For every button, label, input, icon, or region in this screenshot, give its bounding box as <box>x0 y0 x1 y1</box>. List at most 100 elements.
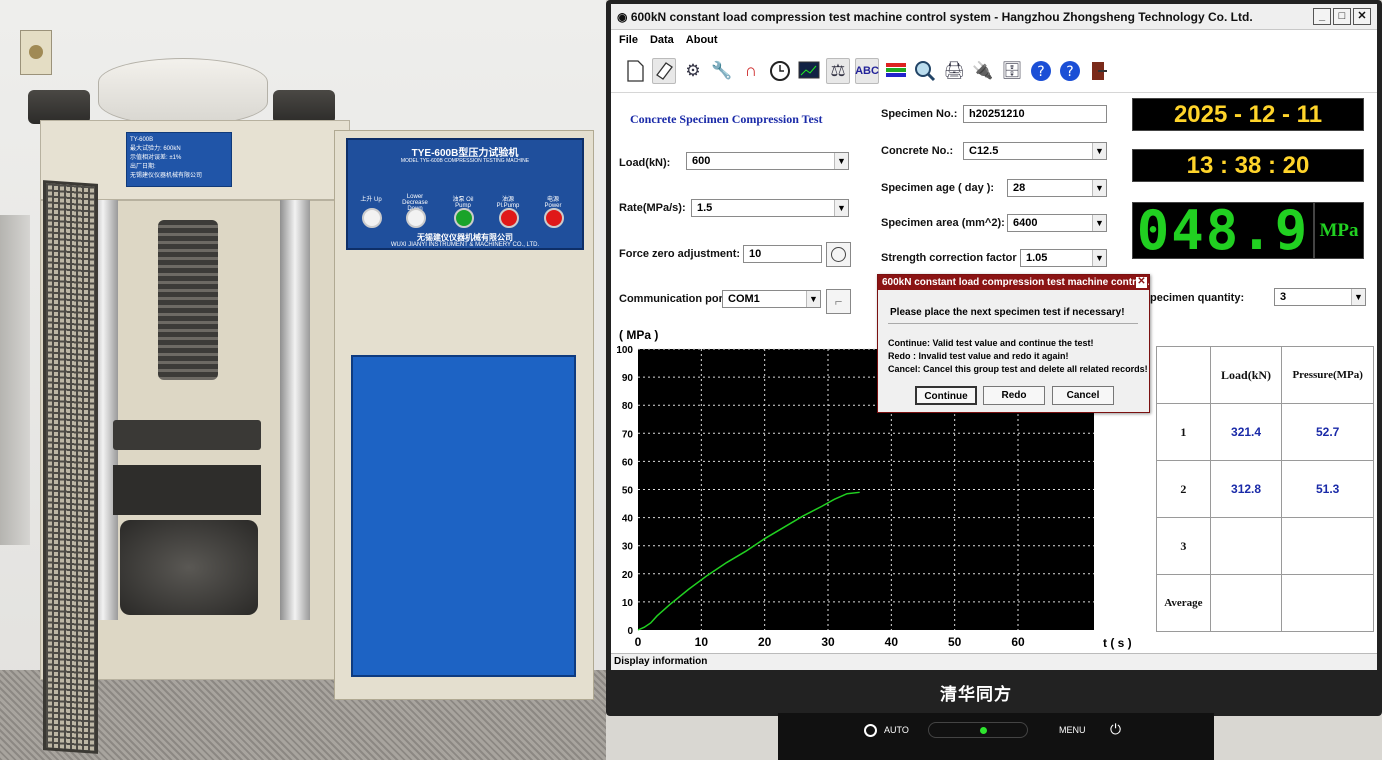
help-icon[interactable]: ? <box>1029 58 1053 84</box>
chevron-down-icon[interactable]: ▼ <box>1351 289 1365 305</box>
row-label: 1 <box>1156 403 1211 461</box>
menu-bar: File Data About <box>611 34 718 52</box>
minimize-button[interactable]: _ <box>1313 8 1331 25</box>
erase-icon[interactable] <box>652 58 676 84</box>
wall-shadow <box>0 215 30 545</box>
continue-button[interactable]: Continue <box>915 386 977 405</box>
new-file-icon[interactable] <box>623 58 647 84</box>
specimen-age-select[interactable]: 28 ▼ <box>1007 179 1107 197</box>
row-label: 3 <box>1156 517 1211 575</box>
search-icon[interactable] <box>913 58 937 84</box>
clock-icon[interactable] <box>768 58 792 84</box>
palette-icon[interactable] <box>884 58 908 84</box>
chevron-down-icon[interactable]: ▼ <box>1092 215 1106 231</box>
table-row: 3 <box>1156 517 1374 575</box>
x-tick-label: 0 <box>635 635 642 649</box>
pressure-unit: MPa <box>1314 202 1364 259</box>
next-specimen-dialog: 600kN constant load compression test mac… <box>877 274 1150 413</box>
maximize-button[interactable]: □ <box>1333 8 1351 25</box>
concrete-no-select[interactable]: C12.5 ▼ <box>963 142 1107 160</box>
x-axis-label: t ( s ) <box>1103 636 1132 650</box>
specimen-area-select[interactable]: 6400 ▼ <box>1007 214 1107 232</box>
y-tick-label: 80 <box>622 401 634 412</box>
piston-base <box>120 520 258 615</box>
comm-port-value: COM1 <box>728 293 760 305</box>
close-button[interactable]: ✕ <box>1353 8 1371 25</box>
chevron-down-icon[interactable]: ▼ <box>834 200 848 216</box>
network-icon[interactable]: 🔌 <box>971 58 995 84</box>
print-icon[interactable]: 🖨 <box>942 58 966 84</box>
specimen-age-value: 28 <box>1013 182 1026 194</box>
specimen-area-label: Specimen area (mm^2): <box>881 217 1005 229</box>
plate-line: TY-600B <box>130 137 154 143</box>
concrete-no-label: Concrete No.: <box>881 145 954 157</box>
x-tick-label: 30 <box>821 635 835 649</box>
status-bar: Display information <box>611 653 1377 670</box>
zero-adjust-button[interactable] <box>826 242 851 267</box>
spell-check-icon[interactable]: ABC <box>855 58 879 84</box>
strength-factor-value: 1.05 <box>1026 252 1048 264</box>
chevron-down-icon[interactable]: ▼ <box>1092 143 1106 159</box>
auto-icon[interactable] <box>864 724 877 737</box>
database-icon[interactable]: 🗄 <box>1000 58 1024 84</box>
pressure-cell: 52.7 <box>1281 403 1374 461</box>
menu-data[interactable]: Data <box>650 34 674 52</box>
monitor-icon[interactable] <box>797 58 821 84</box>
svg-text:?: ? <box>1037 64 1044 80</box>
panel-button-label: 油泵 Oil Pump <box>452 197 474 209</box>
x-tick-label: 60 <box>1011 635 1025 649</box>
settings-icon[interactable]: ⚙ <box>681 58 705 84</box>
up-button <box>362 208 382 228</box>
chevron-down-icon[interactable]: ▼ <box>834 153 848 169</box>
dialog-cancel-text: Cancel: Cancel this group test and delet… <box>888 364 1148 374</box>
chevron-down-icon[interactable]: ▼ <box>1092 250 1106 266</box>
chevron-down-icon[interactable]: ▼ <box>806 291 820 307</box>
redo-button[interactable]: Redo <box>983 386 1045 405</box>
specimen-qty-value: 3 <box>1280 291 1287 303</box>
brightness-track[interactable] <box>928 722 1028 738</box>
specimen-no-input[interactable]: h20251210 <box>963 105 1107 123</box>
column-cap-right <box>273 90 335 124</box>
title-bar: ◉ 600kN constant load compression test m… <box>611 4 1377 30</box>
chevron-down-icon[interactable]: ▼ <box>1092 180 1106 196</box>
y-tick-label: 90 <box>622 373 634 384</box>
cancel-button[interactable]: Cancel <box>1052 386 1114 405</box>
pressure-cell <box>1281 517 1374 575</box>
x-tick-label: 20 <box>758 635 772 649</box>
exit-icon[interactable] <box>1087 58 1111 84</box>
rate-select[interactable]: 1.5 ▼ <box>691 199 849 217</box>
magnet-icon[interactable]: ∩ <box>739 58 763 84</box>
force-zero-input[interactable]: 10 <box>743 245 822 263</box>
app-icon: ◉ <box>617 10 631 24</box>
y-tick-label: 30 <box>622 542 634 553</box>
power-button <box>544 208 564 228</box>
load-select[interactable]: 600 ▼ <box>686 152 849 170</box>
specimen-qty-select[interactable]: 3 ▼ <box>1274 288 1366 306</box>
down-button <box>406 208 426 228</box>
help-info-icon[interactable]: ? <box>1058 58 1082 84</box>
menu-file[interactable]: File <box>619 34 638 52</box>
rate-value: 1.5 <box>697 202 713 214</box>
lower-platen <box>113 465 261 515</box>
pressure-display: 048.9 <box>1132 202 1314 259</box>
time-display: 13 : 38 : 20 <box>1132 149 1364 182</box>
safety-cage-door <box>43 180 98 754</box>
dialog-continue-text: Continue: Valid test value and continue … <box>888 338 1094 348</box>
tools-icon[interactable]: 🔧 <box>710 58 734 84</box>
menu-about[interactable]: About <box>686 34 718 52</box>
dialog-close-icon[interactable]: ✕ <box>1136 277 1147 288</box>
power-icon[interactable]: ⏻ <box>1110 721 1121 738</box>
calibrate-icon[interactable]: ⚖ <box>826 58 850 84</box>
panel-title: TYE-600B型压力试验机 <box>411 148 519 159</box>
panel-button-label: 油源 Pl.Pump <box>496 197 520 209</box>
y-tick-label: 70 <box>622 429 634 440</box>
comm-port-select[interactable]: COM1 ▼ <box>722 290 821 308</box>
load-label: Load(kN): <box>619 157 671 169</box>
specimen-no-label: Specimen No.: <box>881 108 958 120</box>
table-row: Average <box>1156 574 1374 632</box>
connect-button[interactable]: ⌐ <box>826 289 851 314</box>
window-controls: _ □ ✕ <box>1313 8 1371 25</box>
strength-factor-select[interactable]: 1.05 ▼ <box>1020 249 1107 267</box>
toolbar: ⚙ 🔧 ∩ ⚖ ABC 🖨 🔌 🗄 ? ? <box>623 58 1111 88</box>
spec-plate: TY-600B 最大试验力: 600kN 示值相对误差: ±1% 出厂日期: 无… <box>126 132 232 187</box>
